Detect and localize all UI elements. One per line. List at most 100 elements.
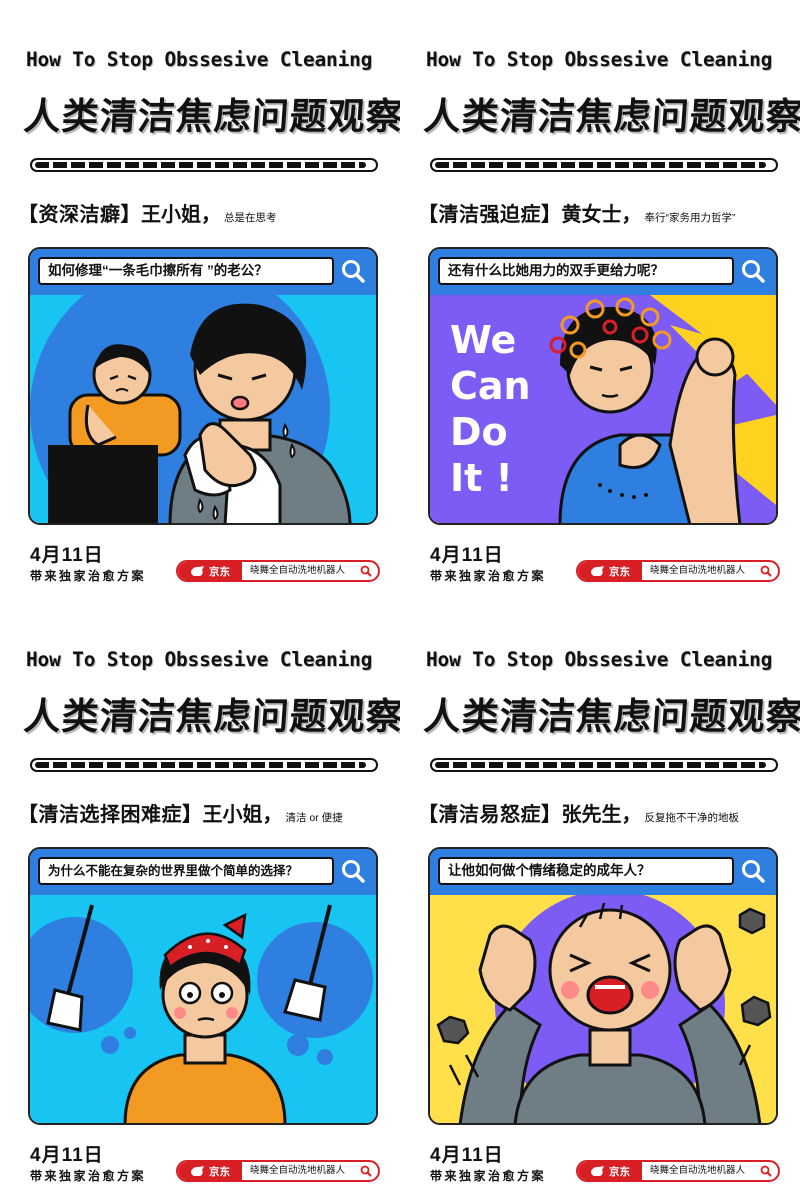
event-date: 4月11日 (30, 1145, 104, 1166)
poster-line: Can (450, 364, 531, 408)
tagline: 带来独家治愈方案 (430, 569, 547, 583)
illustration-graphic (30, 895, 376, 1123)
search-button[interactable] (336, 256, 370, 286)
poster-panel: How To Stop Obssesive Cleaning 人类清洁焦虑问题观… (0, 600, 400, 1200)
poster-panel: How To Stop Obssesive Cleaning 人类清洁焦虑问题观… (400, 600, 800, 1200)
illustration-card: 让他如何做个情绪稳定的成年人？ (428, 847, 778, 1125)
search-header: 让他如何做个情绪稳定的成年人？ (430, 849, 776, 895)
progress-fill (435, 162, 767, 168)
brand-logo: 京东 (178, 1162, 242, 1180)
poster-line: We (450, 318, 516, 362)
symptom-tag: 【资深洁癖】 (18, 204, 141, 226)
subheading: 【清洁选择困难症】王小姐， 清洁 or 便捷 (18, 798, 388, 827)
search-button[interactable] (736, 856, 770, 886)
illustration-graphic (430, 890, 776, 1123)
search-icon (342, 860, 365, 883)
search-box[interactable]: 为什么不能在复杂的世界里做个简单的选择？ (38, 857, 334, 885)
search-icon (360, 1165, 372, 1177)
brand-name: 京东 (209, 565, 230, 578)
person-name: 黄女士， (561, 204, 642, 226)
brand-search-bar[interactable]: 京东 晓舞全自动洗地机器人 (176, 1160, 380, 1182)
jd-dog-icon (191, 1166, 204, 1176)
chinese-title: 人类清洁焦虑问题观察 (22, 695, 400, 738)
poster-panel: How To Stop Obssesive Cleaning 人类清洁焦虑问题观… (400, 0, 800, 600)
english-title: How To Stop Obssesive Cleaning (426, 48, 773, 71)
poster-grid: How To Stop Obssesive Cleaning 人类清洁焦虑问题观… (0, 0, 800, 1200)
person-note: 清洁 or 便捷 (285, 812, 343, 824)
brand-name: 京东 (209, 1165, 230, 1178)
search-box[interactable]: 还有什么比她用力的双手更给力呢？ (438, 257, 734, 285)
progress-bar (30, 758, 378, 772)
brand-logo: 京东 (178, 562, 242, 580)
progress-fill (35, 762, 367, 768)
progress-fill (35, 162, 367, 168)
illustration (30, 895, 376, 1123)
product-name: 晓舞全自动洗地机器人 (250, 565, 346, 576)
poster-panel: How To Stop Obssesive Cleaning 人类清洁焦虑问题观… (0, 0, 400, 600)
brand-search-bar[interactable]: 京东 晓舞全自动洗地机器人 (176, 560, 380, 582)
chinese-title: 人类清洁焦虑问题观察 (422, 695, 800, 738)
illustration-card: 为什么不能在复杂的世界里做个简单的选择？ (28, 847, 378, 1125)
search-icon (360, 565, 372, 577)
jd-dog-icon (591, 566, 604, 576)
person-name: 王小姐， (141, 204, 221, 226)
brand-search-bar[interactable]: 京东 晓舞全自动洗地机器人 (576, 1160, 780, 1182)
illustration-graphic: We Can Do It ! (430, 295, 776, 523)
illustration-card: 如何修理“一条毛巾擦所有 ”的老公？ (28, 247, 378, 525)
search-header: 如何修理“一条毛巾擦所有 ”的老公？ (30, 249, 376, 295)
search-icon (742, 260, 765, 283)
illustration (430, 890, 776, 1123)
english-title: How To Stop Obssesive Cleaning (26, 48, 373, 71)
product-name: 晓舞全自动洗地机器人 (250, 1165, 346, 1176)
progress-bar (430, 158, 778, 172)
subheading: 【清洁强迫症】黄女士， 奉行“家务用力哲学” (418, 198, 788, 227)
tagline: 带来独家治愈方案 (30, 1169, 147, 1183)
tagline: 带来独家治愈方案 (30, 569, 147, 583)
event-date: 4月11日 (430, 1145, 504, 1166)
search-button[interactable] (736, 256, 770, 286)
progress-bar (30, 158, 378, 172)
person-name: 王小姐， (202, 804, 283, 826)
illustration-graphic (30, 260, 376, 523)
search-box[interactable]: 让他如何做个情绪稳定的成年人？ (438, 857, 734, 885)
tagline: 带来独家治愈方案 (430, 1169, 547, 1183)
search-header: 还有什么比她用力的双手更给力呢？ (430, 249, 776, 295)
event-date: 4月11日 (30, 545, 104, 566)
progress-fill (435, 762, 767, 768)
chinese-title: 人类清洁焦虑问题观察 (422, 95, 800, 138)
jd-dog-icon (591, 1166, 604, 1176)
person-note: 奉行“家务用力哲学” (644, 212, 736, 224)
english-title: How To Stop Obssesive Cleaning (426, 648, 773, 671)
search-icon (342, 260, 365, 283)
symptom-tag: 【清洁易怒症】 (418, 804, 562, 826)
poster-line: Do (450, 410, 508, 454)
subheading: 【清洁易怒症】张先生， 反复拖不干净的地板 (418, 798, 788, 827)
search-button[interactable] (336, 856, 370, 886)
brand-logo: 京东 (578, 1162, 642, 1180)
search-header: 为什么不能在复杂的世界里做个简单的选择？ (30, 849, 376, 895)
progress-bar (430, 758, 778, 772)
person-name: 张先生， (561, 804, 642, 826)
symptom-tag: 【清洁强迫症】 (418, 204, 562, 226)
search-box[interactable]: 如何修理“一条毛巾擦所有 ”的老公？ (38, 257, 334, 285)
person-note: 反复拖不干净的地板 (644, 812, 740, 824)
jd-dog-icon (191, 566, 204, 576)
search-icon (760, 1165, 772, 1177)
chinese-title: 人类清洁焦虑问题观察 (22, 95, 400, 138)
event-date: 4月11日 (430, 545, 504, 566)
illustration (30, 260, 376, 523)
subheading: 【资深洁癖】王小姐， 总是在思考 (18, 198, 388, 227)
person-note: 总是在思考 (224, 212, 277, 224)
poster-line: It ! (450, 456, 513, 500)
search-icon (760, 565, 772, 577)
brand-name: 京东 (609, 1165, 630, 1178)
illustration: We Can Do It ! (430, 295, 776, 523)
product-name: 晓舞全自动洗地机器人 (650, 1165, 746, 1176)
brand-name: 京东 (609, 565, 630, 578)
product-name: 晓舞全自动洗地机器人 (650, 565, 746, 576)
search-icon (742, 860, 765, 883)
symptom-tag: 【清洁选择困难症】 (18, 804, 203, 826)
brand-logo: 京东 (578, 562, 642, 580)
brand-search-bar[interactable]: 京东 晓舞全自动洗地机器人 (576, 560, 780, 582)
illustration-card: 还有什么比她用力的双手更给力呢？ We Can Do It ! (428, 247, 778, 525)
